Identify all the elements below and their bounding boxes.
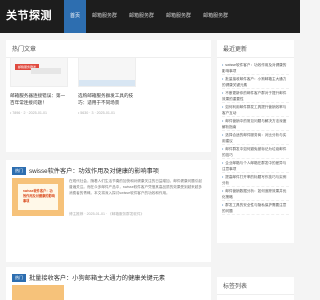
- post-thumbnail[interactable]: [12, 285, 64, 300]
- post-thumbnail[interactable]: swisse软件客户：功效作用及对健康的影响事项: [12, 178, 64, 216]
- article-meta: • 5630 · 3 · 2025-01-01: [78, 111, 116, 115]
- nav-item-4[interactable]: 邮箱服务群: [197, 0, 234, 33]
- sidebar-link[interactable]: 邮件营销中的常见问题与解决方法深度解析指南: [222, 117, 289, 131]
- hot-article-card[interactable]: 邮箱服务群发 邮箱服务器连接错误：第一百年常连接问题！ • 7896 · 2 ·…: [10, 57, 68, 115]
- site-logo[interactable]: 关节探测: [6, 7, 52, 23]
- sidebar-link[interactable]: 提高邮件打开率的标题写作技巧与实例分析: [222, 173, 289, 187]
- post-item: 热门 swisse软件客户：功效作用及对健康的影响事项 swisse软件客户：功…: [6, 160, 211, 262]
- nav-item-2[interactable]: 邮箱服务群: [123, 0, 160, 33]
- recent-updates-heading: 最近更新: [217, 40, 294, 58]
- top-navigation-bar: 关节探测 首页 邮箱服务群 邮箱服务群 邮箱服务群 邮箱服务群: [0, 0, 300, 33]
- hot-article-card[interactable]: 选购邮箱服务群发工具的技巧：适用于不同场景 • 5630 · 3 · 2025-…: [78, 57, 136, 115]
- post-title[interactable]: swisse软件客户：功效作用及对健康的影响事项: [29, 166, 159, 175]
- sidebar-link[interactable]: 批量接收邮件客户：小狗邮箱主大通力的健康关键元素: [222, 75, 289, 89]
- post-badge: 热门: [12, 273, 26, 282]
- post-excerpt: 在现代社会，随着人们生活节奏的加快和对健康关注的日益增加，邮件健康问题引起普遍关…: [69, 179, 202, 195]
- hot-articles-heading: 热门文章: [6, 40, 211, 58]
- sidebar-link[interactable]: 企业邮箱与个人邮箱在群发中的差异与注意事项: [222, 159, 289, 173]
- tag-list-heading: 标签列表: [217, 277, 294, 295]
- sidebar-link[interactable]: 邮件营销数据分析：如何追踪效果并优化策略: [222, 187, 289, 201]
- sidebar-link[interactable]: 不断更新你的邮件客户群对于提升邮件效果的重要性: [222, 89, 289, 103]
- nav-item-home[interactable]: 首页: [64, 0, 87, 33]
- article-meta: • 7896 · 2 · 2025-01-01: [10, 111, 48, 115]
- sidebar-link[interactable]: 群发工具的安全性与隐私保护需要注意的问题: [222, 201, 289, 215]
- article-title[interactable]: 选购邮箱服务群发工具的技巧：适用于不同场景: [78, 92, 136, 106]
- article-title[interactable]: 邮箱服务器连接错误：第一百年常连接问题！: [10, 92, 68, 106]
- recent-updates-panel: 最近更新 swisse软件客户：功效作用及对健康的影响事项 批量接收邮件客户：小…: [217, 40, 294, 243]
- post-title[interactable]: 批量接收客户：小狗邮箱主大通力的健康关键元素: [29, 273, 165, 282]
- sidebar-link[interactable]: swisse软件客户：功效作用及对健康的影响事项: [222, 61, 289, 75]
- article-thumbnail[interactable]: [78, 57, 136, 87]
- article-thumbnail[interactable]: 邮箱服务群发: [10, 57, 68, 87]
- nav-item-1[interactable]: 邮箱服务群: [86, 0, 123, 33]
- sidebar-link[interactable]: 如何利用邮件群发工具提升营销效率与客户互动: [222, 103, 289, 117]
- main-nav: 首页 邮箱服务群 邮箱服务群 邮箱服务群 邮箱服务群: [64, 0, 234, 33]
- sidebar-link[interactable]: 邮件群发中如何避免被标记为垃圾邮件的技巧: [222, 145, 289, 159]
- hot-articles-panel: 热门文章 邮箱服务群发 邮箱服务器连接错误：第一百年常连接问题！ • 7896 …: [6, 40, 211, 152]
- post-meta: 博主推荐 · 2025-01-01 · 《邮箱服务群发软件》: [69, 212, 145, 216]
- sidebar-link[interactable]: 选择合适的邮件服务商：对比分析与实用建议: [222, 131, 289, 145]
- tag-list-panel: 标签列表: [217, 277, 294, 300]
- post-badge: 热门: [12, 166, 26, 175]
- thumbnail-caption: swisse软件客户：功效作用及对健康的影响事项: [23, 189, 55, 203]
- nav-item-3[interactable]: 邮箱服务群: [160, 0, 197, 33]
- post-item: 热门 批量接收客户：小狗邮箱主大通力的健康关键元素: [6, 267, 211, 300]
